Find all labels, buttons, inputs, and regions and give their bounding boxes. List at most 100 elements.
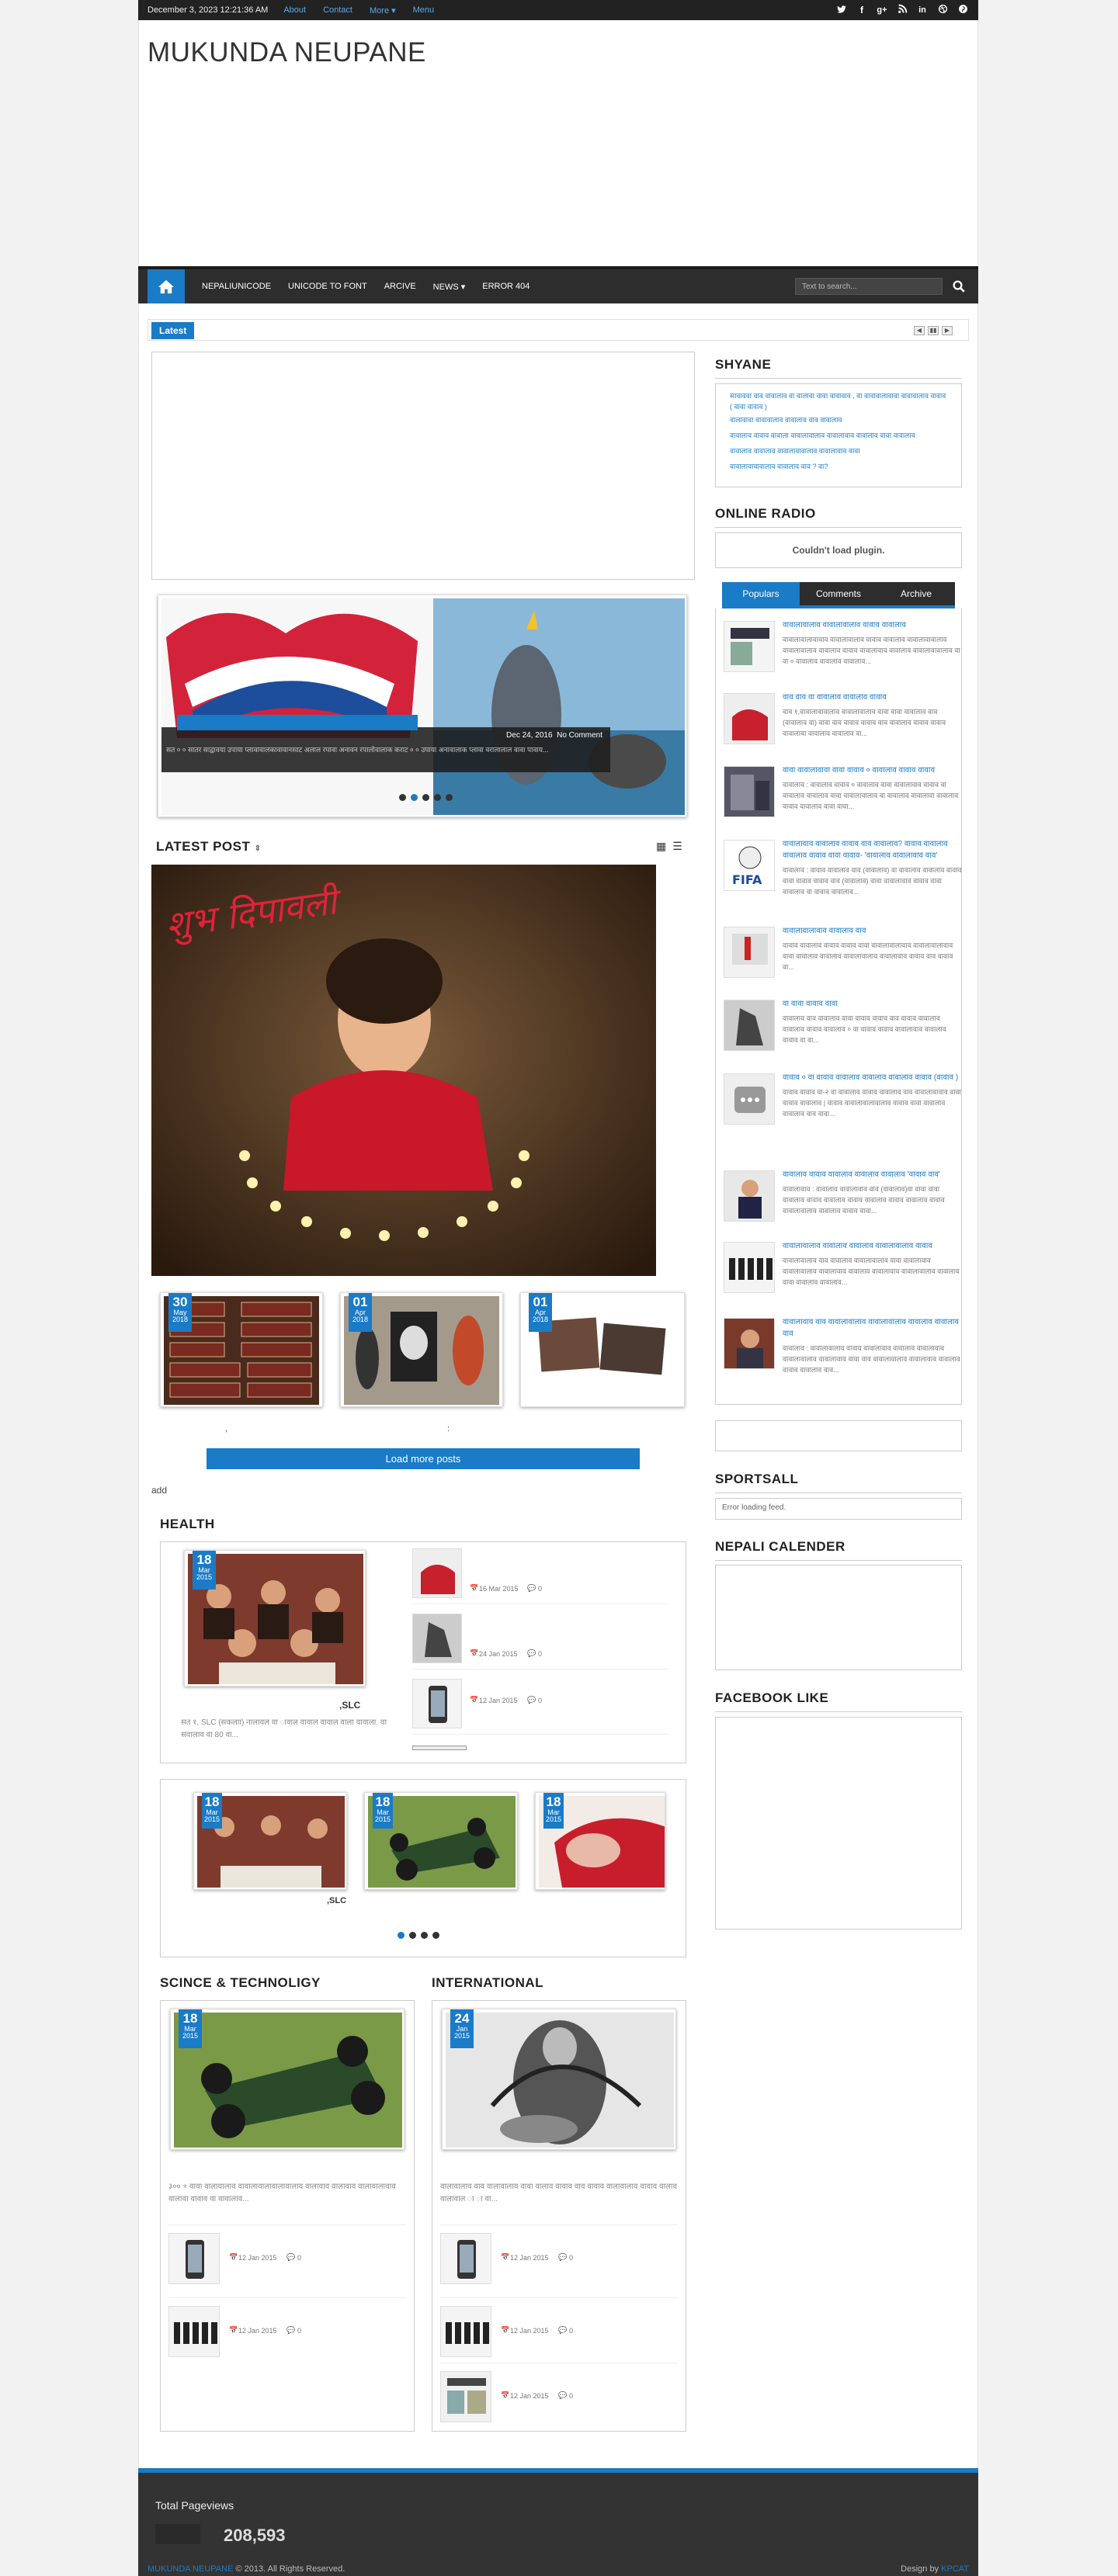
popular-post-thumb[interactable]: [724, 1073, 775, 1125]
dribbble-icon[interactable]: [936, 4, 949, 16]
health-list-item[interactable]: 📅 24 Jan 2015 💬 0: [412, 1614, 668, 1669]
shyane-link[interactable]: सावाववा वाव वावालाव वा वालावा वावा वावाव…: [730, 390, 947, 412]
popular-post-thumb[interactable]: [724, 1000, 775, 1051]
popular-post-thumb[interactable]: [724, 1170, 775, 1222]
home-button[interactable]: [148, 269, 185, 303]
popular-post-thumb[interactable]: [724, 1318, 775, 1369]
popular-post-thumb[interactable]: [724, 693, 775, 744]
nav-unicode-to-font[interactable]: UNICODE TO FONT: [288, 282, 367, 291]
ticker-next-button[interactable]: ▶: [942, 326, 953, 335]
latest-card[interactable]: 01 Apr 2018: [340, 1292, 503, 1407]
pinterest-icon[interactable]: [957, 4, 969, 16]
popular-post-title[interactable]: वावालावाव वावालाव वावाव वाव वावालाव? वाव…: [783, 838, 961, 862]
grid-view-icon[interactable]: ▦: [656, 840, 666, 853]
slider-dot[interactable]: [422, 794, 429, 801]
popular-post-thumb[interactable]: [724, 621, 775, 672]
shyane-link[interactable]: वालावावा वावावालाव वावालाव वाव वावालाव: [730, 414, 947, 425]
slider-dot[interactable]: [446, 794, 453, 801]
carousel-dot[interactable]: [432, 1932, 439, 1939]
international-image-frame[interactable]: 24 Jan 2015: [442, 2009, 676, 2150]
sort-icon[interactable]: ⇕: [255, 844, 262, 853]
international-list-item[interactable]: 📅 12 Jan 2015 💬 0: [440, 2363, 678, 2428]
tab-comments[interactable]: Comments: [800, 582, 877, 605]
rss-icon[interactable]: [896, 4, 908, 16]
slider-dot-active[interactable]: [411, 794, 418, 801]
popular-post-title[interactable]: वाव वाव वा वावालाव वावालाव वावाव: [783, 692, 961, 703]
latest-card[interactable]: 01 Apr 2018: [520, 1292, 685, 1407]
comment-icon: 💬: [527, 1649, 536, 1657]
science-list-item[interactable]: 📅 12 Jan 2015 💬 0: [168, 2224, 406, 2294]
carousel-dot[interactable]: [421, 1932, 428, 1939]
ticker-prev-button[interactable]: ◀: [914, 326, 925, 335]
list-view-icon[interactable]: ☰: [672, 840, 682, 853]
popular-post-title[interactable]: वावालाव वावाव वावालाव वावालाव वावालाव 'व…: [783, 1169, 961, 1181]
nav-arcive[interactable]: ARCIVE: [384, 282, 416, 291]
carousel-title[interactable]: ,SLC: [327, 1896, 346, 1905]
linkedin-icon[interactable]: in: [916, 4, 929, 16]
popular-post-title[interactable]: वावालावालाव वावालाव वावालाव वावालावालाव …: [783, 1240, 961, 1252]
popular-post-title[interactable]: वावालावालावाव वावालाव वाव: [783, 925, 961, 937]
popular-post-title[interactable]: वा वावा वावाव वावा: [783, 998, 961, 1010]
health-list-scrollbar[interactable]: [412, 1746, 467, 1750]
slider-image[interactable]: [161, 598, 685, 815]
popular-post-thumb[interactable]: [724, 927, 775, 978]
carousel-dot[interactable]: [409, 1932, 416, 1939]
nav-nepaliunicode[interactable]: NEPALIUNICODE: [202, 282, 271, 291]
popular-post-item[interactable]: वावालावालाव वावालाव वावालाव वावालावालाव …: [724, 1242, 964, 1304]
popular-post-item[interactable]: वावाव ० वा वावाव वावालाव वावालाव वावालाव…: [724, 1073, 964, 1135]
popular-post-title[interactable]: वावा वावालावावा वावा वावाव ० वावालाव वाव…: [783, 764, 961, 776]
popular-post-item[interactable]: वाव वाव वा वावालाव वावालाव वावाव वाव १,वा…: [724, 693, 964, 755]
site-title[interactable]: MUKUNDA NEUPANE: [148, 37, 426, 68]
load-more-button[interactable]: Load more posts: [207, 1448, 640, 1469]
facebook-icon[interactable]: f: [856, 4, 868, 16]
more-link[interactable]: More ▾: [370, 5, 396, 16]
popular-post-item[interactable]: वा वावा वावाव वावा वावालाव वाव वावालाव वा…: [724, 1000, 964, 1062]
about-link[interactable]: About: [283, 5, 306, 15]
popular-post-thumb[interactable]: [724, 1242, 775, 1293]
popular-post-thumb[interactable]: FIFA: [724, 840, 775, 891]
carousel-dot-active[interactable]: [398, 1932, 404, 1939]
google-plus-icon[interactable]: g+: [876, 4, 888, 16]
slider-comments[interactable]: No Comment: [557, 731, 602, 740]
tab-populars[interactable]: Populars: [722, 582, 800, 605]
popular-post-item[interactable]: वावालावालावाव वावालाव वाव वावाव वावालाव व…: [724, 927, 964, 989]
international-list-item[interactable]: 📅 12 Jan 2015 💬 0: [440, 2224, 678, 2294]
popular-post-title[interactable]: वावाव ० वा वावाव वावालाव वावालाव वावालाव…: [783, 1072, 961, 1083]
slider-dot[interactable]: [399, 794, 406, 801]
popular-post-item[interactable]: वावालावाव वाव वावालावालाव वावालावालाव वा…: [724, 1318, 964, 1380]
copyright-link[interactable]: MUKUNDA NEUPANE: [148, 2564, 233, 2574]
ticker-pause-button[interactable]: ▮▮: [928, 326, 939, 335]
popular-post-item[interactable]: वावा वावालावावा वावा वावाव ० वावालाव वाव…: [724, 766, 964, 828]
popular-post-title[interactable]: वावालावालाव वावालावालाव वावाव वावालाव: [783, 619, 961, 631]
popular-post-item[interactable]: वावालावालाव वावालावालाव वावाव वावालाव वाव…: [724, 621, 964, 683]
nav-error-404[interactable]: ERROR 404: [482, 282, 529, 291]
shyane-link[interactable]: वावालाव वावालाव वावालावावालाव वावालावाव …: [730, 446, 947, 456]
tab-archive[interactable]: Archive: [877, 582, 955, 605]
carousel-item[interactable]: 18 Mar 2015: [364, 1792, 518, 1890]
carousel-item[interactable]: 18 Mar 2015: [193, 1792, 347, 1890]
search-input[interactable]: Text to search...: [795, 278, 943, 295]
popular-post-item[interactable]: FIFA वावालावाव वावालाव वावाव वाव वावालाव?…: [724, 840, 964, 902]
shyane-link[interactable]: वावालाव वावाव वावाला वावालावालाव वावालाव…: [730, 430, 947, 441]
popular-post-title[interactable]: वावालावाव वाव वावालावालाव वावालावालाव वा…: [783, 1316, 961, 1340]
health-main-image-frame[interactable]: 18 Mar 2015: [184, 1550, 366, 1687]
carousel-item[interactable]: 18 Mar 2015: [535, 1792, 665, 1890]
latest-card[interactable]: 30 May 2018: [160, 1292, 323, 1407]
science-list-item[interactable]: 📅 12 Jan 2015 💬 0: [168, 2297, 406, 2367]
popular-post-thumb[interactable]: [724, 766, 775, 817]
slider-dot[interactable]: [434, 794, 441, 801]
nav-news[interactable]: NEWS ▾: [433, 282, 466, 292]
international-list-item[interactable]: 📅 12 Jan 2015 💬 0: [440, 2297, 678, 2363]
science-image-frame[interactable]: 18 Mar 2015: [170, 2009, 404, 2150]
popular-post-item[interactable]: वावालाव वावाव वावालाव वावालाव वावालाव 'व…: [724, 1170, 964, 1233]
health-list-item[interactable]: 📅 12 Jan 2015 💬 0: [412, 1679, 668, 1735]
designer-link[interactable]: KPCAT: [941, 2564, 969, 2574]
shyane-link[interactable]: वावालावावावालाव वावालाव वाव ? वा?: [730, 461, 947, 472]
search-button[interactable]: [947, 275, 970, 298]
twitter-icon[interactable]: [835, 4, 848, 16]
contact-link[interactable]: Contact: [323, 5, 352, 15]
health-list-item[interactable]: 📅 16 Mar 2015 💬 0: [412, 1548, 668, 1604]
latest-main-image[interactable]: शुभ दिपावली: [151, 865, 656, 1276]
health-main-title[interactable]: ,SLC: [339, 1700, 360, 1711]
menu-link[interactable]: Menu: [413, 5, 435, 15]
